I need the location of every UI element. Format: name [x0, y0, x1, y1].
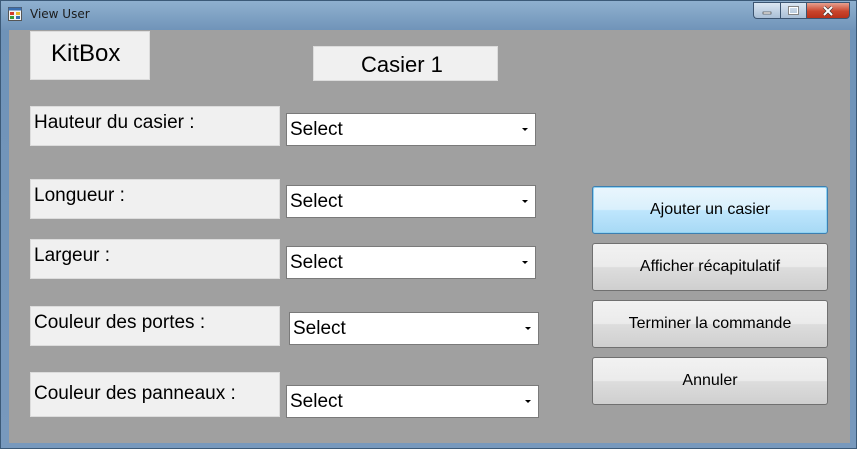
height-select-value: Select: [290, 119, 343, 140]
minimize-icon: [762, 11, 772, 14]
maximize-icon: [788, 6, 799, 15]
dropdown-arrow-icon: [522, 261, 528, 264]
door-color-select[interactable]: Select: [289, 312, 539, 345]
length-select[interactable]: Select: [286, 185, 536, 218]
height-select[interactable]: Select: [286, 113, 536, 146]
panel-color-select[interactable]: Select: [286, 385, 539, 418]
dropdown-arrow-icon: [525, 327, 531, 330]
finish-order-button[interactable]: Terminer la commande: [592, 300, 828, 348]
panel-color-select-value: Select: [290, 391, 343, 412]
door-color-label: Couleur des portes :: [30, 306, 280, 346]
door-color-label-text: Couleur des portes :: [34, 312, 206, 333]
close-button[interactable]: [806, 2, 850, 19]
form-client-area: KitBox Casier 1 Hauteur du casier : Sele…: [9, 30, 850, 443]
height-label: Hauteur du casier :: [30, 106, 280, 146]
width-select-value: Select: [290, 252, 343, 273]
dropdown-arrow-icon: [522, 128, 528, 131]
minimize-button[interactable]: [753, 2, 780, 19]
door-color-select-value: Select: [293, 318, 346, 339]
height-label-text: Hauteur du casier :: [34, 112, 195, 133]
show-summary-button[interactable]: Afficher récapitulatif: [592, 243, 828, 291]
brand-label: KitBox: [30, 31, 150, 80]
section-title-text: Casier 1: [361, 52, 443, 77]
title-bar[interactable]: View User: [1, 1, 856, 29]
window-title: View User: [30, 7, 90, 21]
width-select[interactable]: Select: [286, 246, 536, 279]
window: View User KitBox Casier 1 Hauteur du cas…: [0, 0, 857, 449]
close-icon: [822, 5, 834, 16]
width-label: Largeur :: [30, 239, 280, 279]
length-label: Longueur :: [30, 179, 280, 219]
length-label-text: Longueur :: [34, 185, 125, 206]
add-locker-button[interactable]: Ajouter un casier: [592, 186, 828, 234]
length-select-value: Select: [290, 191, 343, 212]
window-controls: [753, 2, 850, 19]
maximize-button[interactable]: [780, 2, 806, 19]
app-window-icon: [8, 7, 22, 21]
dropdown-arrow-icon: [525, 400, 531, 403]
section-title: Casier 1: [313, 46, 498, 81]
brand-text: KitBox: [51, 40, 121, 67]
dropdown-arrow-icon: [522, 200, 528, 203]
panel-color-label: Couleur des panneaux :: [30, 372, 280, 417]
cancel-button[interactable]: Annuler: [592, 357, 828, 405]
width-label-text: Largeur :: [34, 245, 111, 266]
panel-color-label-text: Couleur des panneaux :: [34, 383, 236, 404]
